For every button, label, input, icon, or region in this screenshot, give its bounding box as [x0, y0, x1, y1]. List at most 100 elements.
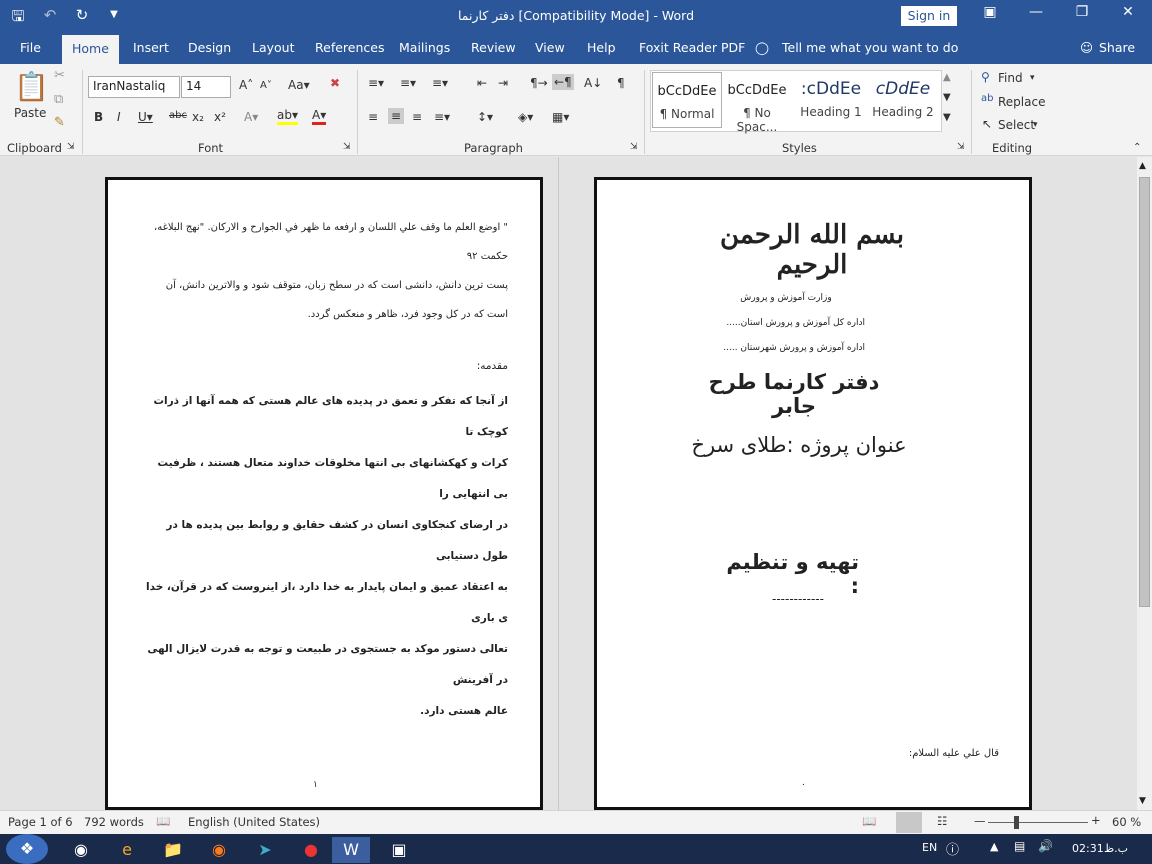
telegram-icon[interactable]: ➤: [246, 837, 284, 863]
paste-icon[interactable]: 📋: [14, 70, 49, 103]
change-case-icon[interactable]: Aa▾: [288, 78, 310, 92]
page-count[interactable]: Page 1 of 6: [8, 815, 73, 829]
styles-scroll-down-icon[interactable]: ▼: [943, 92, 951, 103]
select-button[interactable]: Select: [998, 118, 1035, 132]
show-marks-icon[interactable]: ¶: [617, 76, 625, 90]
volume-icon[interactable]: 🔊: [1038, 839, 1053, 853]
help-icon[interactable]: ⓘ: [946, 839, 959, 858]
tab-layout[interactable]: Layout: [252, 40, 295, 55]
find-button[interactable]: Find: [998, 71, 1023, 85]
ie-icon[interactable]: e: [108, 837, 146, 863]
zoom-out-icon[interactable]: —: [974, 814, 986, 828]
language-status[interactable]: English (United States): [188, 815, 320, 829]
grow-font-icon[interactable]: A˄: [239, 78, 253, 92]
app-icon[interactable]: ●: [292, 837, 330, 863]
styles-more-icon[interactable]: ▼: [943, 112, 951, 123]
sort-icon[interactable]: A↓: [584, 76, 602, 90]
ribbon-display-options-icon[interactable]: ▣: [975, 4, 1005, 20]
clock-ampm[interactable]: ب.ظ: [1104, 842, 1128, 855]
collapse-ribbon-icon[interactable]: ⌃: [1133, 142, 1141, 153]
word-icon[interactable]: W: [332, 837, 370, 863]
tab-references[interactable]: References: [315, 40, 384, 55]
font-launcher-icon[interactable]: ⇲: [343, 142, 351, 152]
network-icon[interactable]: ▤: [1014, 839, 1025, 853]
multilevel-list-icon[interactable]: ≡▾: [432, 76, 448, 90]
underline-icon[interactable]: U▾: [138, 110, 153, 124]
subscript-icon[interactable]: x₂: [192, 110, 204, 124]
close-icon[interactable]: ✕: [1113, 4, 1143, 20]
zoom-level[interactable]: 60 %: [1112, 815, 1141, 829]
paragraph-launcher-icon[interactable]: ⇲: [630, 142, 638, 152]
increase-indent-icon[interactable]: ⇥: [498, 76, 508, 90]
tab-mailings[interactable]: Mailings: [399, 40, 450, 55]
start-icon[interactable]: ❖: [6, 834, 48, 864]
select-dropdown-icon[interactable]: ▾: [1033, 120, 1038, 130]
restore-icon[interactable]: ❐: [1067, 4, 1097, 20]
chrome-icon[interactable]: ◉: [62, 837, 100, 863]
styles-launcher-icon[interactable]: ⇲: [957, 142, 965, 152]
scroll-down-icon[interactable]: ▼: [1139, 796, 1146, 806]
tab-foxit[interactable]: Foxit Reader PDF: [639, 40, 745, 55]
tab-review[interactable]: Review: [471, 40, 516, 55]
page-left[interactable]: " اوضع العلم ما وقف علي اللسان و ارفعه م…: [105, 177, 543, 810]
numbering-icon[interactable]: ≡▾: [400, 76, 416, 90]
web-layout-icon[interactable]: ☷: [937, 814, 947, 828]
firefox-icon[interactable]: ◉: [200, 837, 238, 863]
align-right-icon[interactable]: ≡: [412, 110, 422, 124]
format-painter-icon[interactable]: ✎: [54, 115, 65, 130]
copy-icon[interactable]: ⧉: [54, 92, 63, 107]
minimize-icon[interactable]: —: [1021, 4, 1051, 20]
justify-icon[interactable]: ≡▾: [434, 110, 450, 124]
style-heading-2[interactable]: cDdEe Heading 2: [868, 72, 938, 128]
app-icon[interactable]: ▣: [380, 837, 418, 863]
clear-formatting-icon[interactable]: ✖: [330, 76, 340, 90]
italic-icon[interactable]: I: [117, 110, 121, 124]
find-dropdown-icon[interactable]: ▾: [1030, 73, 1035, 83]
clipboard-launcher-icon[interactable]: ⇲: [67, 142, 75, 152]
share-button[interactable]: Share: [1099, 40, 1135, 55]
explorer-icon[interactable]: 📁: [154, 837, 192, 863]
scroll-thumb[interactable]: [1139, 177, 1150, 607]
tab-help[interactable]: Help: [587, 40, 616, 55]
zoom-slider-thumb[interactable]: [1014, 816, 1019, 829]
style-heading-1[interactable]: :cDdEe Heading 1: [796, 72, 866, 128]
read-mode-icon[interactable]: 📖: [862, 814, 876, 828]
zoom-slider[interactable]: [988, 822, 1088, 823]
borders-icon[interactable]: ▦▾: [552, 110, 569, 124]
shading-icon[interactable]: ◈▾: [518, 110, 533, 124]
sign-in-button[interactable]: Sign in: [901, 6, 957, 26]
tell-me-search[interactable]: Tell me what you want to do: [782, 40, 958, 55]
ltr-icon[interactable]: ¶→: [530, 76, 548, 90]
vertical-scrollbar[interactable]: ▲ ▼: [1137, 157, 1152, 810]
font-size-box[interactable]: 14: [181, 76, 231, 98]
tab-design[interactable]: Design: [188, 40, 231, 55]
style-normal[interactable]: bCcDdEe ¶ Normal: [652, 72, 722, 128]
superscript-icon[interactable]: x²: [214, 110, 226, 124]
line-spacing-icon[interactable]: ↕▾: [477, 110, 493, 124]
text-effects-icon[interactable]: A▾: [244, 110, 258, 124]
word-count[interactable]: 792 words: [84, 815, 144, 829]
decrease-indent-icon[interactable]: ⇤: [477, 76, 487, 90]
highlight-icon[interactable]: ab▾: [277, 108, 298, 125]
strikethrough-icon[interactable]: abc: [169, 110, 187, 121]
tab-file[interactable]: File: [20, 40, 41, 55]
font-color-icon[interactable]: A▾: [312, 108, 327, 125]
print-layout-icon[interactable]: [896, 812, 922, 833]
cut-icon[interactable]: ✂: [54, 68, 65, 83]
language-indicator[interactable]: EN: [922, 841, 937, 854]
paste-button[interactable]: Paste: [14, 106, 46, 120]
bold-icon[interactable]: B: [94, 110, 103, 124]
clock-time[interactable]: 02:31: [1072, 842, 1104, 855]
tab-home[interactable]: Home: [62, 35, 119, 64]
proofing-icon[interactable]: 📖: [156, 814, 170, 828]
shrink-font-icon[interactable]: A˅: [260, 80, 272, 91]
align-left-icon[interactable]: ≡: [368, 110, 378, 124]
tray-expand-icon[interactable]: ▲: [990, 840, 998, 853]
scroll-up-icon[interactable]: ▲: [1139, 161, 1146, 171]
page-right[interactable]: بسم الله الرحمن الرحیم وزارت آموزش و پرو…: [594, 177, 1032, 810]
styles-scroll-up-icon[interactable]: ▲: [943, 72, 951, 83]
tab-view[interactable]: View: [535, 40, 565, 55]
align-center-icon[interactable]: ≡: [388, 108, 405, 124]
rtl-icon[interactable]: ←¶: [552, 74, 574, 90]
bullets-icon[interactable]: ≡▾: [368, 76, 384, 90]
